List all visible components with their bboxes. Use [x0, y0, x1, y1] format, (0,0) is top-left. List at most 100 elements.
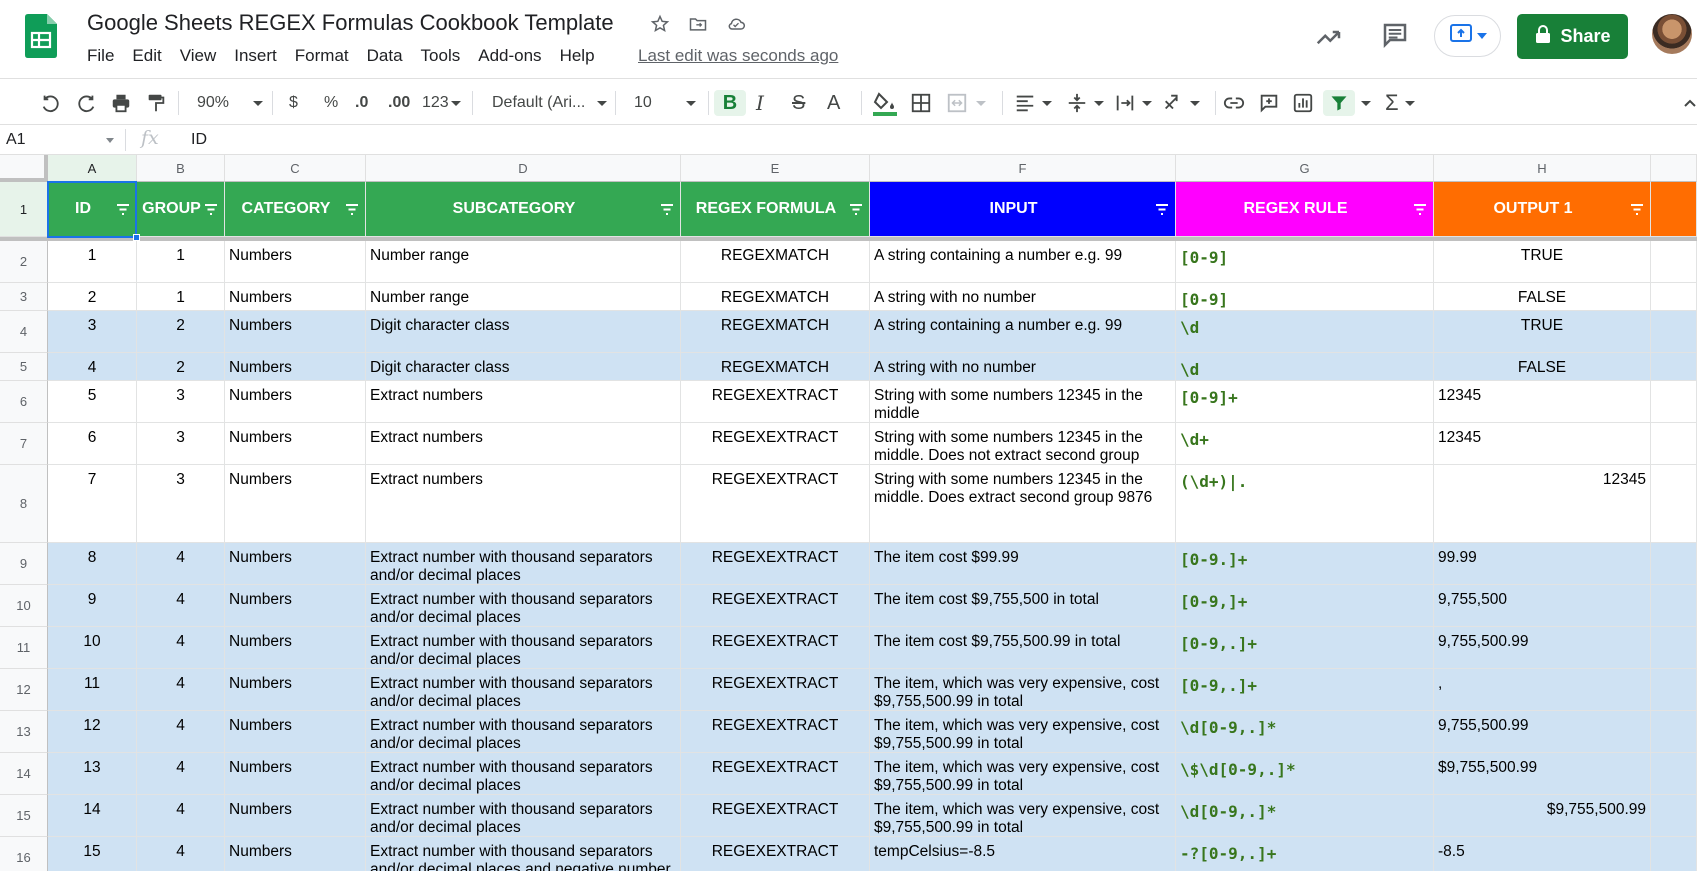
row-header-14[interactable]: 14	[0, 753, 48, 795]
cell-rule[interactable]: [0-9]	[1176, 283, 1434, 311]
cell-group[interactable]: 1	[137, 283, 225, 311]
cell-id[interactable]: 7	[48, 465, 137, 543]
cell-subcategory[interactable]: Extract numbers	[366, 381, 681, 423]
functions-button[interactable]: Σ	[1385, 90, 1415, 116]
cell-subcategory[interactable]: Extract number with thousand separators …	[366, 627, 681, 669]
cell-group[interactable]: 4	[137, 669, 225, 711]
cell-overflow[interactable]	[1651, 465, 1697, 543]
cell-formula[interactable]: REGEXMATCH	[681, 283, 870, 311]
cell-category[interactable]: Numbers	[225, 423, 366, 465]
cell-formula[interactable]: REGEXEXTRACT	[681, 795, 870, 837]
cell-category[interactable]: Numbers	[225, 837, 366, 871]
cell-group[interactable]: 4	[137, 543, 225, 585]
cell-input[interactable]: The item, which was very expensive, cost…	[870, 795, 1176, 837]
cell-id[interactable]: 15	[48, 837, 137, 871]
header-cell-formula[interactable]: REGEX FORMULA	[681, 182, 870, 237]
more-formats-button[interactable]: 123	[422, 90, 461, 116]
cell-output[interactable]: 99.99	[1434, 543, 1651, 585]
filter-views-chevron-icon[interactable]	[1361, 90, 1371, 116]
cell-output[interactable]: FALSE	[1434, 283, 1651, 311]
cell-rule[interactable]: [0-9,.]+	[1176, 627, 1434, 669]
cell-input[interactable]: The item cost $9,755,500.99 in total	[870, 627, 1176, 669]
row-header-7[interactable]: 7	[0, 423, 48, 465]
cell-output[interactable]: 12345	[1434, 465, 1651, 543]
header-cell-output[interactable]: OUTPUT 1	[1434, 182, 1651, 237]
cell-overflow[interactable]	[1651, 753, 1697, 795]
cell-overflow[interactable]	[1651, 353, 1697, 381]
cell-overflow[interactable]	[1651, 669, 1697, 711]
cell-output[interactable]: -8.5	[1434, 837, 1651, 871]
cell-input[interactable]: String with some numbers 12345 in the mi…	[870, 465, 1176, 543]
cell-formula[interactable]: REGEXEXTRACT	[681, 669, 870, 711]
header-cell-input[interactable]: INPUT	[870, 182, 1176, 237]
cell-category[interactable]: Numbers	[225, 241, 366, 283]
cell-category[interactable]: Numbers	[225, 669, 366, 711]
column-header-d[interactable]: D	[366, 155, 681, 182]
cell-category[interactable]: Numbers	[225, 283, 366, 311]
cell-id[interactable]: 14	[48, 795, 137, 837]
column-header-h[interactable]: H	[1434, 155, 1651, 182]
cell-id[interactable]: 2	[48, 283, 137, 311]
cell-output[interactable]: TRUE	[1434, 241, 1651, 283]
cell-output[interactable]: ,	[1434, 669, 1651, 711]
italic-button[interactable]: I	[756, 90, 764, 116]
spreadsheet-grid[interactable]: A B C D E F G H 1 ID GROUP CATEGORY SUBCATEGORY REGEX…	[0, 155, 1697, 871]
menu-help[interactable]: Help	[551, 46, 604, 66]
trend-icon[interactable]	[1314, 22, 1344, 52]
menu-file[interactable]: File	[78, 46, 123, 66]
cell-input[interactable]: String with some numbers 12345 in the mi…	[870, 423, 1176, 465]
row-header-9[interactable]: 9	[0, 543, 48, 585]
menu-data[interactable]: Data	[358, 46, 412, 66]
cell-output[interactable]: 12345	[1434, 381, 1651, 423]
print-icon[interactable]	[110, 90, 132, 116]
row-header-3[interactable]: 3	[0, 283, 48, 311]
menu-tools[interactable]: Tools	[412, 46, 470, 66]
cell-rule[interactable]: \d[0-9,.]*	[1176, 795, 1434, 837]
share-button[interactable]: Share	[1517, 14, 1628, 59]
column-header-e[interactable]: E	[681, 155, 870, 182]
strikethrough-button[interactable]: S	[792, 90, 805, 116]
cell-overflow[interactable]	[1651, 837, 1697, 871]
cell-category[interactable]: Numbers	[225, 465, 366, 543]
row-header-8[interactable]: 8	[0, 465, 48, 543]
cell-overflow[interactable]	[1651, 241, 1697, 283]
cell-id[interactable]: 3	[48, 311, 137, 353]
font-family-select[interactable]: Default (Ari...	[492, 90, 608, 116]
cell-subcategory[interactable]: Extract number with thousand separators …	[366, 795, 681, 837]
borders-icon[interactable]	[910, 90, 932, 116]
column-header-b[interactable]: B	[137, 155, 225, 182]
cell-formula[interactable]: REGEXEXTRACT	[681, 543, 870, 585]
cell-formula[interactable]: REGEXEXTRACT	[681, 585, 870, 627]
row-header-16[interactable]: 16	[0, 837, 48, 871]
cell-id[interactable]: 9	[48, 585, 137, 627]
cell-subcategory[interactable]: Extract number with thousand separators …	[366, 753, 681, 795]
percent-format-button[interactable]: %	[324, 90, 338, 116]
cell-id[interactable]: 8	[48, 543, 137, 585]
cell-rule[interactable]: [0-9,.]+	[1176, 669, 1434, 711]
cell-overflow[interactable]	[1651, 381, 1697, 423]
header-cell-group[interactable]: GROUP	[137, 182, 225, 237]
cell-output[interactable]: 9,755,500.99	[1434, 711, 1651, 753]
column-header-i[interactable]	[1651, 155, 1697, 182]
paint-format-icon[interactable]	[145, 90, 167, 116]
cell-input[interactable]: A string with no number	[870, 283, 1176, 311]
cell-formula[interactable]: REGEXEXTRACT	[681, 627, 870, 669]
cell-input[interactable]: A string containing a number e.g. 99	[870, 311, 1176, 353]
cloud-status-icon[interactable]	[724, 12, 748, 36]
cell-rule[interactable]: \d	[1176, 353, 1434, 381]
column-header-a[interactable]: A	[48, 155, 137, 182]
cell-formula[interactable]: REGEXMATCH	[681, 353, 870, 381]
cell-rule[interactable]: [0-9,]+	[1176, 585, 1434, 627]
cell-group[interactable]: 3	[137, 465, 225, 543]
cell-output[interactable]: TRUE	[1434, 311, 1651, 353]
increase-decimal-button[interactable]: .00	[388, 90, 410, 116]
cell-subcategory[interactable]: Extract number with thousand separators …	[366, 543, 681, 585]
cell-group[interactable]: 2	[137, 353, 225, 381]
cell-output[interactable]: FALSE	[1434, 353, 1651, 381]
cell-overflow[interactable]	[1651, 711, 1697, 753]
column-header-g[interactable]: G	[1176, 155, 1434, 182]
header-cell-subcategory[interactable]: SUBCATEGORY	[366, 182, 681, 237]
star-icon[interactable]	[648, 12, 672, 36]
cell-overflow[interactable]	[1651, 283, 1697, 311]
cell-category[interactable]: Numbers	[225, 353, 366, 381]
